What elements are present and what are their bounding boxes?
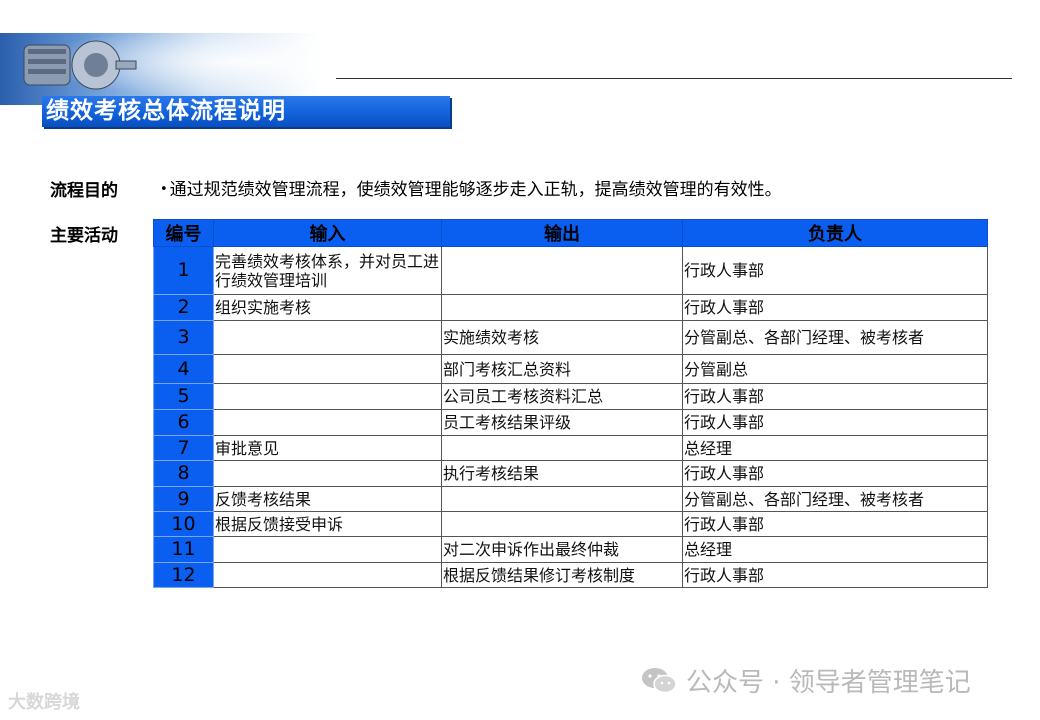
wechat-icon	[642, 668, 677, 694]
table-row: 4 部门考核汇总资料 分管副总	[153, 354, 988, 384]
row-owner: 行政人事部	[682, 246, 988, 295]
row-input	[213, 354, 442, 384]
row-owner: 分管副总	[682, 354, 988, 384]
purpose-text: • 通过规范绩效管理流程，使绩效管理能够逐步走入正轨，提高绩效管理的有效性。	[160, 175, 782, 200]
table-row: 6 员工考核结果评级 行政人事部	[153, 409, 988, 436]
row-output: 公司员工考核资料汇总	[441, 383, 683, 410]
header-rule	[336, 78, 1012, 79]
row-number: 9	[153, 486, 214, 512]
row-owner: 行政人事部	[682, 383, 988, 410]
row-input: 审批意见	[213, 435, 442, 461]
row-owner: 分管副总、各部门经理、被考核者	[682, 320, 988, 355]
table-row: 9 反馈考核结果 分管副总、各部门经理、被考核者	[153, 486, 988, 512]
row-owner: 行政人事部	[682, 562, 988, 588]
gear-motor-image	[23, 40, 137, 90]
row-owner: 行政人事部	[682, 294, 988, 321]
page-title: 绩效考核总体流程说明	[46, 98, 286, 124]
row-owner: 行政人事部	[682, 460, 988, 487]
watermark-left: 大数跨境	[8, 692, 80, 713]
activity-table: 编号 输入 输出 负责人 1 完善绩效考核体系，并对员工进行绩效管理培训 行政人…	[153, 219, 988, 588]
row-number: 7	[153, 435, 214, 461]
row-owner: 总经理	[682, 536, 988, 563]
row-number: 2	[153, 294, 214, 321]
table-row: 10 根据反馈接受申诉 行政人事部	[153, 511, 988, 537]
row-output: 根据反馈结果修订考核制度	[441, 562, 683, 588]
row-number: 3	[153, 320, 214, 355]
purpose-label: 流程目的	[50, 181, 118, 201]
row-output: 对二次申诉作出最终仲裁	[441, 536, 683, 563]
table-row: 11 对二次申诉作出最终仲裁 总经理	[153, 536, 988, 563]
row-number: 12	[153, 562, 214, 588]
row-owner: 行政人事部	[682, 511, 988, 537]
row-owner: 行政人事部	[682, 409, 988, 436]
table-row: 12 根据反馈结果修订考核制度 行政人事部	[153, 562, 988, 588]
header-output: 输出	[441, 219, 683, 247]
watermark-right: 公众号 · 领导者管理笔记	[686, 668, 971, 698]
row-input	[213, 320, 442, 355]
row-owner: 分管副总、各部门经理、被考核者	[682, 486, 988, 512]
row-output	[441, 486, 683, 512]
row-output: 执行考核结果	[441, 460, 683, 487]
table-row: 1 完善绩效考核体系，并对员工进行绩效管理培训 行政人事部	[153, 246, 988, 295]
row-output	[441, 246, 683, 295]
row-input: 组织实施考核	[213, 294, 442, 321]
row-output: 实施绩效考核	[441, 320, 683, 355]
row-input	[213, 383, 442, 410]
table-row: 2 组织实施考核 行政人事部	[153, 294, 988, 321]
row-number: 10	[153, 511, 214, 537]
row-number: 6	[153, 409, 214, 436]
row-output	[441, 511, 683, 537]
purpose-body: 通过规范绩效管理流程，使绩效管理能够逐步走入正轨，提高绩效管理的有效性。	[169, 180, 782, 200]
table-row: 5 公司员工考核资料汇总 行政人事部	[153, 383, 988, 410]
row-input: 反馈考核结果	[213, 486, 442, 512]
table-row: 7 审批意见 总经理	[153, 435, 988, 461]
row-owner: 总经理	[682, 435, 988, 461]
row-number: 4	[153, 354, 214, 384]
row-input	[213, 562, 442, 588]
bullet-icon: •	[160, 182, 168, 197]
row-number: 8	[153, 460, 214, 487]
row-number: 5	[153, 383, 214, 410]
activities-label: 主要活动	[50, 226, 118, 246]
row-input: 根据反馈接受申诉	[213, 511, 442, 537]
row-input	[213, 536, 442, 563]
header-banner	[0, 33, 320, 105]
header-owner: 负责人	[682, 219, 988, 247]
row-input	[213, 409, 442, 436]
row-number: 11	[153, 536, 214, 563]
table-row: 8 执行考核结果 行政人事部	[153, 460, 988, 487]
row-output	[441, 435, 683, 461]
header-input: 输入	[213, 219, 442, 247]
row-number: 1	[153, 246, 214, 295]
row-input: 完善绩效考核体系，并对员工进行绩效管理培训	[213, 246, 442, 295]
header-number: 编号	[153, 219, 214, 247]
row-output: 部门考核汇总资料	[441, 354, 683, 384]
table-row: 3 实施绩效考核 分管副总、各部门经理、被考核者	[153, 320, 988, 355]
table-header-row: 编号 输入 输出 负责人	[153, 219, 988, 247]
row-input	[213, 460, 442, 487]
row-output: 员工考核结果评级	[441, 409, 683, 436]
row-output	[441, 294, 683, 321]
